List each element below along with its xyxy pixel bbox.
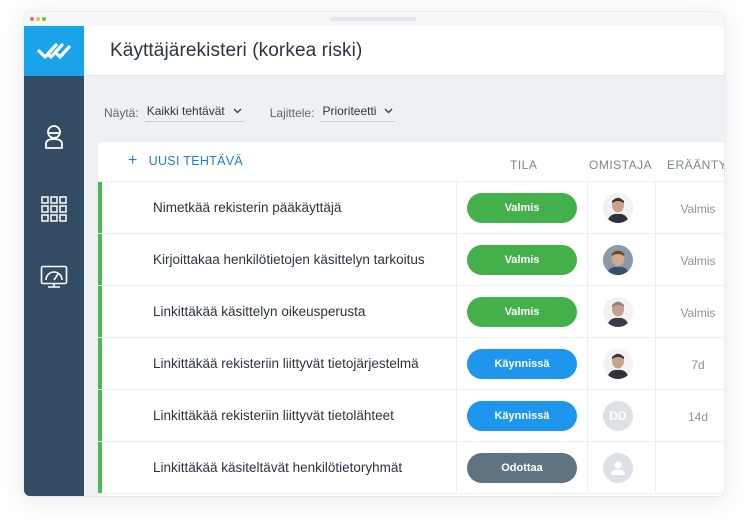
divider	[587, 286, 588, 337]
table-row[interactable]: Nimetkää rekisterin pääkäyttäjä Valmis V…	[98, 182, 724, 234]
show-filter-label: Näytä:	[104, 106, 139, 120]
logo-checkmarks-icon	[37, 43, 71, 59]
divider	[456, 234, 457, 285]
owner-avatar-initials[interactable]: DD	[603, 401, 633, 431]
divider	[587, 338, 588, 389]
grid-apps-icon	[41, 196, 67, 222]
person-photo-icon	[603, 193, 633, 223]
row-accent-bar	[98, 182, 102, 233]
row-accent-bar	[98, 390, 102, 441]
column-header-status[interactable]: TILA	[510, 158, 537, 172]
divider	[456, 442, 457, 493]
sort-value: Prioriteetti	[322, 104, 377, 118]
divider	[456, 286, 457, 337]
page-header: Käyttäjärekisteri (korkea riski)	[84, 26, 724, 76]
user-placeholder-icon	[611, 461, 625, 475]
due-value: 7d	[691, 358, 705, 372]
new-task-label: UUSI TEHTÄVÄ	[148, 154, 244, 168]
address-bar	[330, 17, 416, 21]
chevron-down-icon	[384, 108, 393, 114]
task-name[interactable]: Nimetkää rekisterin pääkäyttäjä	[153, 200, 341, 215]
row-accent-bar	[98, 338, 102, 389]
task-name[interactable]: Linkittäkää käsiteltävät henkilötietoryh…	[153, 460, 402, 475]
app-logo[interactable]	[24, 26, 84, 76]
table-row[interactable]: Linkittäkää käsiteltävät henkilötietoryh…	[98, 442, 724, 494]
status-badge[interactable]: Valmis	[467, 297, 577, 327]
task-name[interactable]: Linkittäkää rekisteriin liittyvät tietol…	[153, 408, 394, 423]
divider	[655, 442, 656, 493]
divider	[655, 390, 656, 441]
column-header-owner[interactable]: OMISTAJA	[589, 158, 652, 172]
task-table-header: + UUSI TEHTÄVÄ TILA OMISTAJA ERÄÄNTY	[98, 142, 724, 182]
chevron-down-icon	[233, 108, 242, 114]
monitor-dashboard-icon	[40, 265, 68, 288]
divider	[587, 234, 588, 285]
table-row[interactable]: Linkittäkää rekisteriin liittyvät tietoj…	[98, 338, 724, 390]
divider	[655, 338, 656, 389]
divider	[456, 182, 457, 233]
task-name[interactable]: Linkittäkää käsittelyn oikeusperusta	[153, 304, 365, 319]
owner-avatar[interactable]	[603, 297, 633, 327]
window-titlebar	[24, 12, 724, 26]
due-value: 14d	[687, 410, 709, 424]
page-title: Käyttäjärekisteri (korkea riski)	[110, 40, 363, 61]
table-row[interactable]: Linkittäkää rekisteriin liittyvät tietol…	[98, 390, 724, 442]
status-badge[interactable]: Valmis	[467, 245, 577, 275]
person-photo-icon	[603, 349, 633, 379]
status-badge[interactable]: Käynnissä	[467, 401, 577, 431]
due-value: Valmis	[680, 306, 716, 320]
divider	[587, 182, 588, 233]
person-photo-icon	[603, 297, 633, 327]
sort-dropdown[interactable]: Prioriteetti	[320, 104, 396, 122]
status-badge[interactable]: Käynnissä	[467, 349, 577, 379]
close-window-dot[interactable]	[30, 17, 34, 21]
divider	[587, 390, 588, 441]
divider	[655, 182, 656, 233]
owner-avatar[interactable]	[603, 349, 633, 379]
divider	[655, 234, 656, 285]
sidebar-item-profile[interactable]	[39, 122, 69, 152]
sort-filter-label: Lajittele:	[269, 106, 315, 120]
sidebar	[24, 26, 84, 496]
task-table: + UUSI TEHTÄVÄ TILA OMISTAJA ERÄÄNTY Nim…	[98, 142, 724, 496]
new-task-button[interactable]: + UUSI TEHTÄVÄ	[128, 152, 244, 169]
show-filter-dropdown[interactable]: Kaikki tehtävät	[144, 104, 244, 122]
divider	[456, 390, 457, 441]
row-accent-bar	[98, 442, 102, 493]
task-name[interactable]: Linkittäkää rekisteriin liittyvät tietoj…	[153, 356, 419, 371]
filter-bar: Näytä: Kaikki tehtävät Lajittele: Priori…	[104, 102, 421, 124]
minimize-window-dot[interactable]	[36, 17, 40, 21]
table-row[interactable]: Kirjoittakaa henkilötietojen käsittelyn …	[98, 234, 724, 286]
divider	[655, 286, 656, 337]
divider	[587, 442, 588, 493]
owner-avatar[interactable]	[603, 245, 633, 275]
row-accent-bar	[98, 234, 102, 285]
person-photo-icon	[603, 245, 633, 275]
table-row[interactable]: Linkittäkää käsittelyn oikeusperusta Val…	[98, 286, 724, 338]
status-badge[interactable]: Valmis	[467, 193, 577, 223]
due-value: Valmis	[680, 202, 716, 216]
sidebar-item-dashboard[interactable]	[39, 262, 69, 292]
plus-icon: +	[128, 152, 138, 169]
owner-avatar-placeholder[interactable]	[603, 453, 633, 483]
column-header-due[interactable]: ERÄÄNTY	[667, 158, 724, 172]
divider	[456, 338, 457, 389]
status-badge[interactable]: Odottaa	[467, 453, 577, 483]
maximize-window-dot[interactable]	[42, 17, 46, 21]
show-filter-value: Kaikki tehtävät	[146, 104, 225, 118]
user-icon	[45, 125, 63, 149]
owner-avatar[interactable]	[603, 193, 633, 223]
app-window: Käyttäjärekisteri (korkea riski) Näytä: …	[24, 12, 724, 496]
sidebar-item-apps[interactable]	[39, 194, 69, 224]
row-accent-bar	[98, 286, 102, 337]
due-value: Valmis	[680, 254, 716, 268]
task-name[interactable]: Kirjoittakaa henkilötietojen käsittelyn …	[153, 252, 425, 267]
